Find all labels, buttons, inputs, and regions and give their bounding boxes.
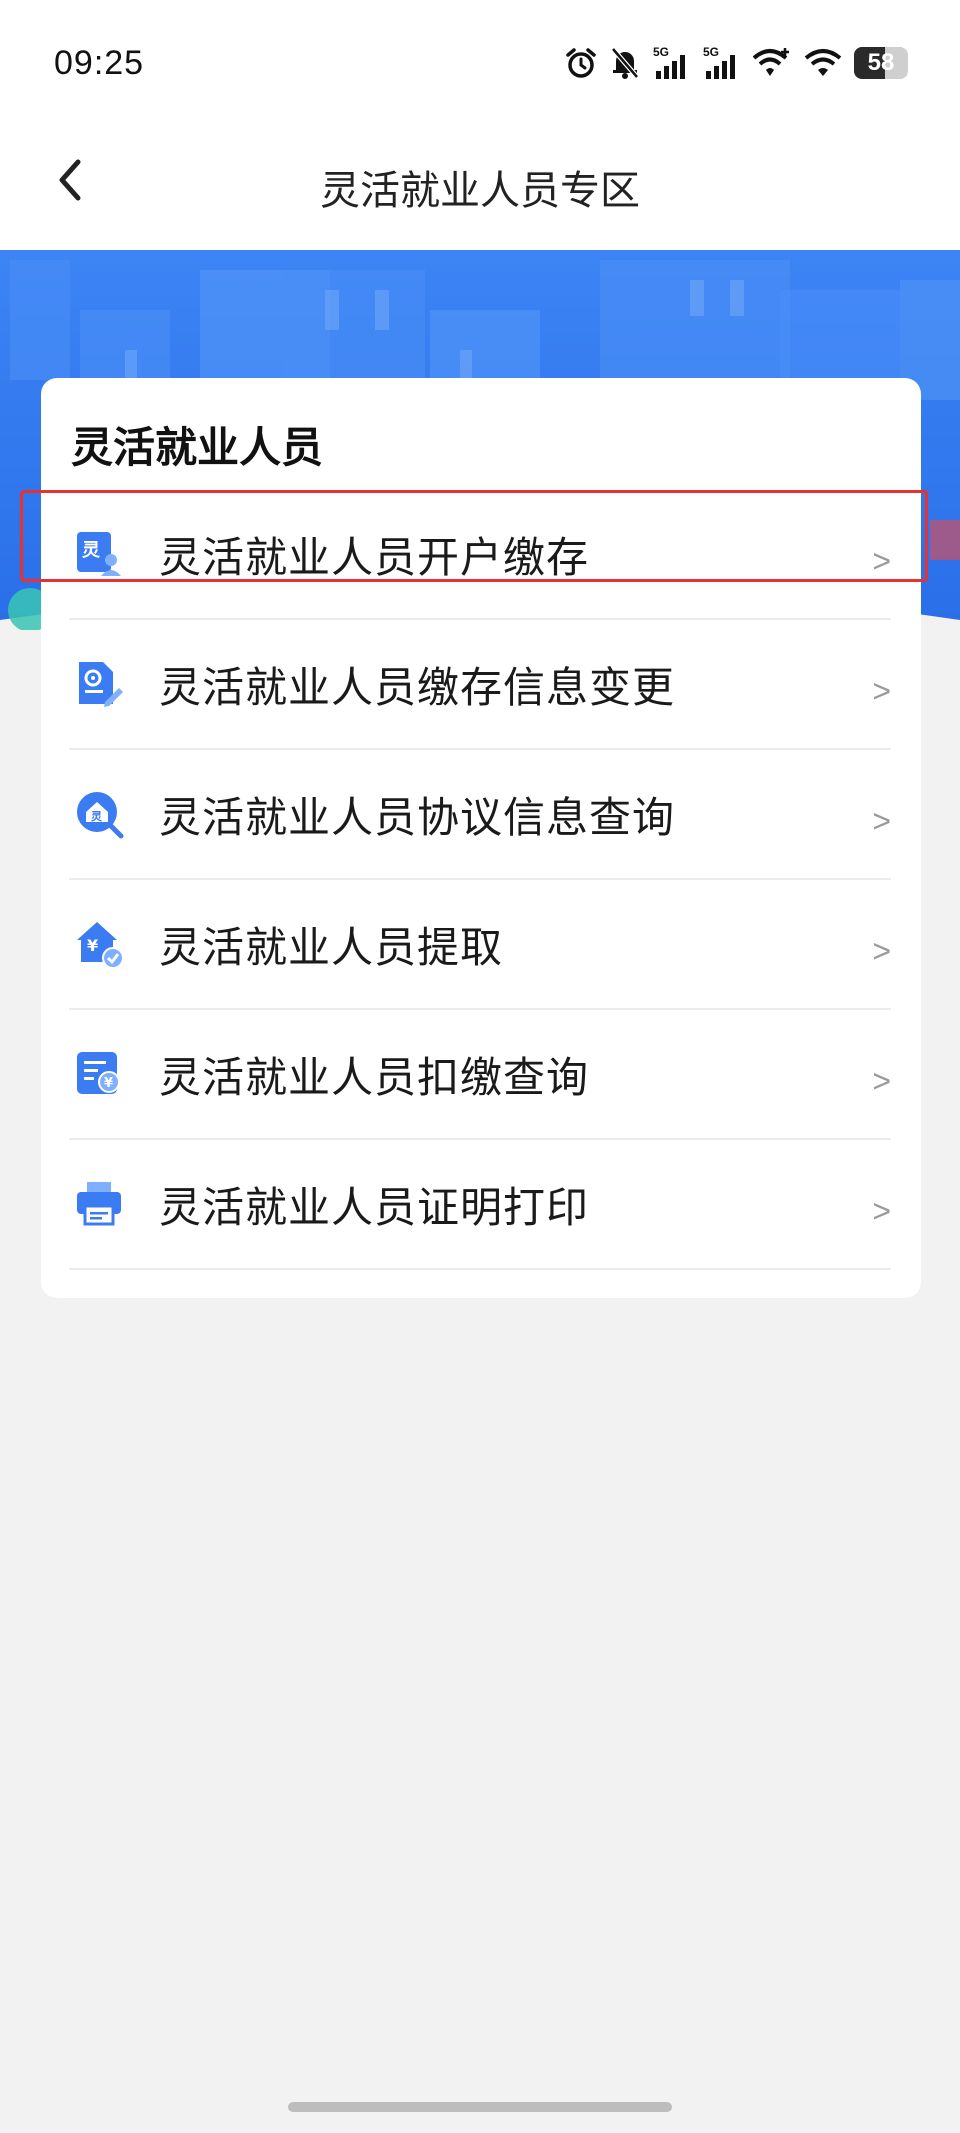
- menu-item-label: 灵活就业人员提取: [159, 922, 504, 972]
- menu-item-info-change[interactable]: 灵活就业人员缴存信息变更 >: [69, 620, 891, 750]
- battery-percent: 58: [867, 49, 895, 76]
- bill-yuan-icon: ¥: [71, 1046, 127, 1102]
- menu-item-label: 灵活就业人员证明打印: [159, 1182, 590, 1232]
- chevron-right-icon: >: [872, 1192, 891, 1229]
- menu-item-label: 灵活就业人员缴存信息变更: [159, 662, 676, 712]
- svg-text:¥: ¥: [87, 936, 98, 955]
- chevron-right-icon: >: [872, 802, 891, 839]
- alarm-icon: [564, 46, 598, 80]
- menu-item-deduction-query[interactable]: ¥ 灵活就业人员扣缴查询 >: [69, 1010, 891, 1140]
- chevron-right-icon: >: [872, 1062, 891, 1099]
- signal-5g-icon: 5G: [702, 45, 740, 81]
- menu-item-agreement-query[interactable]: 灵 灵活就业人员协议信息查询 >: [69, 750, 891, 880]
- menu-item-label: 灵活就业人员开户缴存: [159, 532, 590, 582]
- document-edit-icon: [71, 656, 127, 712]
- chevron-right-icon: >: [872, 932, 891, 969]
- service-card: 灵活就业人员 灵 灵活就业人员开户缴存 > 灵活就业人员缴存信息变更 > 灵 灵…: [41, 378, 921, 1298]
- menu-item-certificate-print[interactable]: 灵活就业人员证明打印 >: [69, 1140, 891, 1270]
- status-bar: 09:25 5G 5G 58: [0, 0, 960, 120]
- menu-item-label: 灵活就业人员协议信息查询: [159, 792, 676, 842]
- bell-off-icon: [610, 46, 640, 80]
- svg-text:灵: 灵: [91, 810, 103, 823]
- section-title: 灵活就业人员: [71, 423, 324, 472]
- account-open-icon: 灵: [71, 526, 127, 582]
- svg-text:5G: 5G: [653, 45, 669, 59]
- chevron-right-icon: >: [872, 672, 891, 709]
- service-menu: 灵 灵活就业人员开户缴存 > 灵活就业人员缴存信息变更 > 灵 灵活就业人员协议…: [69, 490, 891, 1270]
- svg-text:5G: 5G: [703, 45, 719, 59]
- page-title: 灵活就业人员专区: [320, 168, 640, 214]
- agreement-search-icon: 灵: [71, 786, 127, 842]
- svg-text:灵: 灵: [82, 540, 101, 561]
- wifi-plus-icon: [752, 46, 792, 80]
- nav-bar: 灵活就业人员专区: [0, 120, 960, 250]
- chevron-right-icon: >: [872, 542, 891, 579]
- battery-icon: 58: [854, 47, 908, 79]
- wifi-icon: [804, 46, 842, 80]
- home-indicator[interactable]: [288, 2102, 672, 2112]
- menu-item-label: 灵活就业人员扣缴查询: [159, 1052, 590, 1102]
- house-yuan-icon: ¥: [71, 916, 127, 972]
- status-icons: 5G 5G 58: [564, 40, 908, 86]
- status-time: 09:25: [54, 44, 145, 82]
- printer-icon: [71, 1176, 127, 1232]
- svg-text:¥: ¥: [104, 1076, 113, 1091]
- menu-item-account-open[interactable]: 灵 灵活就业人员开户缴存 >: [69, 490, 891, 620]
- signal-5g-icon: 5G: [652, 45, 690, 81]
- menu-item-withdraw[interactable]: ¥ 灵活就业人员提取 >: [69, 880, 891, 1010]
